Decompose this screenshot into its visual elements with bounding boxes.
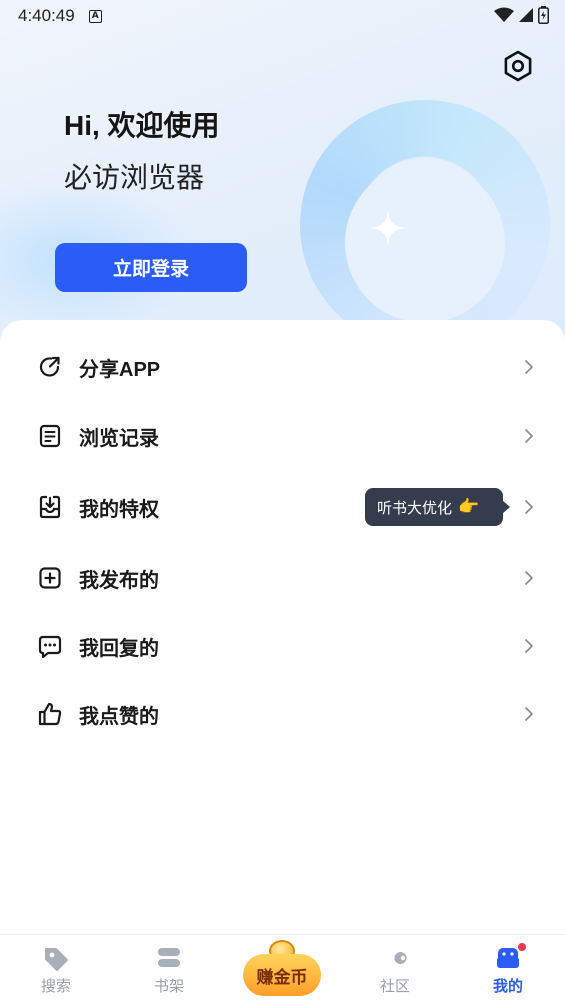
tab-bookshelf[interactable]: 书架 [129,935,209,1004]
thumbs-up-icon [38,702,62,726]
menu-item-my-replies[interactable]: 我回复的 [0,616,565,676]
tab-label: 搜索 [40,978,71,995]
tag-icon [45,948,68,971]
earn-coins-label: 赚金币 [243,954,321,996]
menu-item-label: 分享APP [79,358,161,381]
menu-item-label: 我点赞的 [79,705,159,728]
settings-button[interactable] [500,48,536,84]
share-icon [39,356,60,377]
notification-badge [516,941,528,953]
tab-profile[interactable]: 我的 [468,935,548,1004]
tab-label: 社区 [379,978,410,995]
app-name: 必访浏览器 [64,162,205,193]
bookshelf-icon [158,948,180,967]
pointing-hand-icon: 👉 [458,497,480,516]
menu-item-history[interactable]: 浏览记录 [0,406,565,466]
menu-item-label: 我的特权 [79,498,159,521]
chevron-right-icon [525,429,533,443]
status-time: 4:40:49 [18,6,75,25]
menu-item-label: 浏览记录 [79,427,159,450]
menu-item-label: 我回复的 [79,637,159,660]
chevron-right-icon [525,500,533,514]
tooltip-text: 听书大优化 [377,499,453,517]
sparkle-icon [370,210,406,246]
tab-search[interactable]: 搜索 [16,935,96,1004]
login-button[interactable]: 立即登录 [55,243,247,292]
signal-icon [519,8,533,22]
comment-icon [38,635,62,659]
privilege-icon [39,495,61,519]
chevron-right-icon [525,360,533,374]
tab-community[interactable]: 社区 [355,935,435,1004]
tab-label: 我的 [492,978,523,995]
notification-icon: A [88,9,102,23]
chevron-right-icon [525,571,533,585]
menu-item-my-posts[interactable]: 我发布的 [0,548,565,608]
menu-item-label: 我发布的 [79,569,159,592]
greeting-title: Hi, 欢迎使用 [64,110,220,141]
status-bar: 4:40:49 A [0,0,565,32]
wifi-icon [494,7,514,22]
status-indicators [494,6,549,24]
menu-item-share-app[interactable]: 分享APP [0,337,565,397]
menu-item-my-likes[interactable]: 我点赞的 [0,684,565,744]
history-icon [39,424,61,448]
community-icon [386,948,407,968]
chevron-right-icon [525,707,533,721]
add-post-icon [39,567,61,589]
tab-earn-coins[interactable]: 赚金币 [243,940,321,996]
privilege-promo-tooltip[interactable]: 听书大优化 👉 [365,488,510,526]
tab-label: 书架 [153,978,184,995]
chevron-right-icon [525,639,533,653]
settings-hexagon-icon [504,50,532,82]
battery-icon [538,6,549,24]
